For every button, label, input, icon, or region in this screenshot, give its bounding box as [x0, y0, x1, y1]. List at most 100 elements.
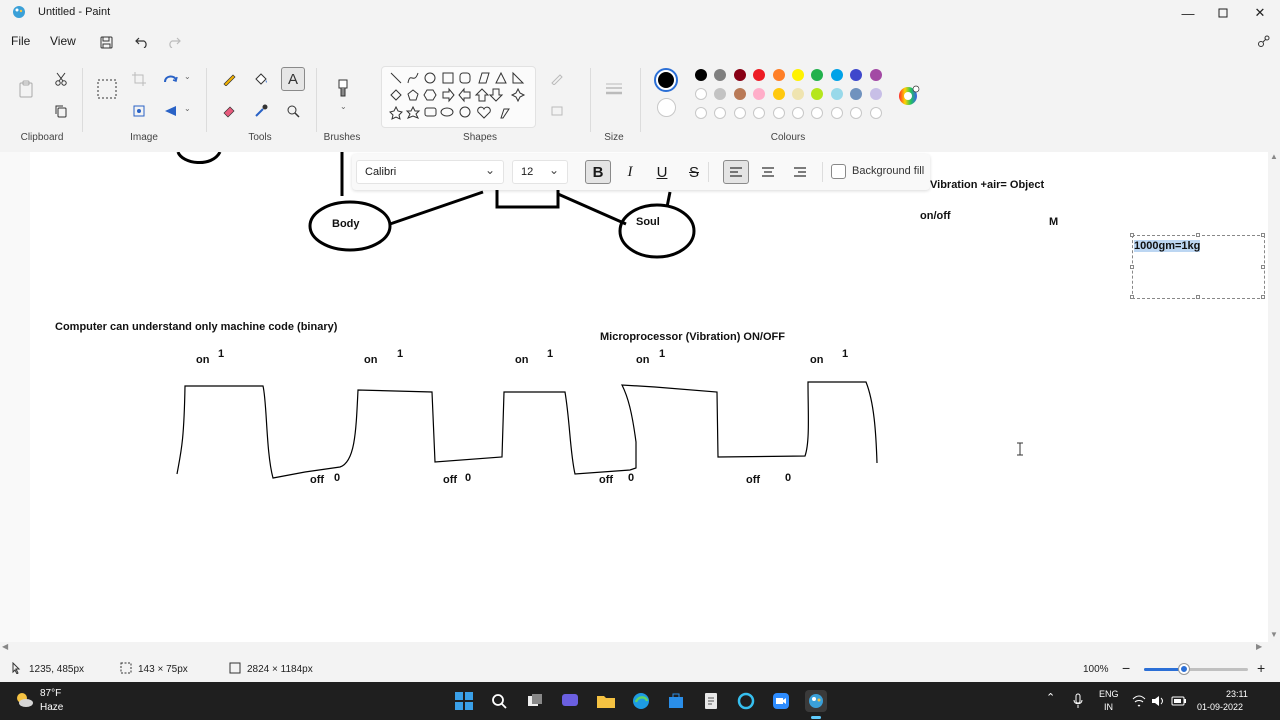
horizontal-scrollbar[interactable]: ◀ ▶ [0, 642, 1268, 654]
custom-color-slot[interactable] [830, 107, 843, 119]
minimize-button[interactable]: — [1170, 0, 1206, 26]
resize-handle[interactable] [1130, 265, 1134, 269]
size-icon[interactable] [604, 82, 624, 96]
custom-color-slot[interactable] [753, 107, 766, 119]
scroll-left-icon[interactable]: ◀ [2, 642, 8, 651]
search-icon[interactable] [488, 690, 510, 712]
fill-icon[interactable] [252, 70, 270, 88]
paste-icon[interactable] [17, 80, 35, 98]
italic-button[interactable]: I [617, 160, 643, 184]
cortana-icon[interactable] [735, 690, 757, 712]
resize-handle[interactable] [1196, 295, 1200, 299]
scroll-up-icon[interactable]: ▲ [1270, 152, 1278, 161]
menu-file[interactable]: File [11, 34, 30, 48]
color-swatch[interactable] [695, 69, 707, 81]
chevron-down-icon[interactable]: ⌄ [184, 72, 191, 81]
redo-icon[interactable] [163, 32, 185, 52]
background-fill-checkbox[interactable] [831, 164, 846, 179]
share-icon[interactable] [1253, 32, 1275, 52]
resize-handle[interactable] [1261, 233, 1265, 237]
chevron-up-icon[interactable]: ⌃ [1046, 691, 1055, 704]
crop-icon[interactable] [130, 70, 148, 88]
store-icon[interactable] [665, 690, 687, 712]
shape-fill-icon[interactable] [548, 102, 566, 120]
color-swatch[interactable] [869, 88, 882, 100]
resize-handle[interactable] [1261, 295, 1265, 299]
zoom-app-icon[interactable] [770, 690, 792, 712]
task-view-icon[interactable] [524, 690, 546, 712]
resize-handle[interactable] [1130, 233, 1134, 237]
custom-color-slot[interactable] [772, 107, 785, 119]
select-icon[interactable] [96, 78, 118, 100]
primary-color-button[interactable] [654, 68, 678, 92]
edge-icon[interactable] [630, 690, 652, 712]
edit-colors-icon[interactable] [898, 85, 920, 107]
color-swatch[interactable] [811, 88, 824, 100]
chevron-down-icon[interactable]: ⌄ [340, 102, 347, 111]
custom-color-slot[interactable] [869, 107, 882, 119]
secondary-color-button[interactable] [657, 98, 676, 117]
custom-color-slot[interactable] [792, 107, 804, 119]
volume-icon[interactable] [1151, 695, 1165, 707]
file-explorer-icon[interactable] [595, 690, 617, 712]
zoom-slider[interactable] [1144, 664, 1248, 674]
resize-handle[interactable] [1130, 295, 1134, 299]
color-swatch[interactable] [850, 69, 863, 81]
resize-handle[interactable] [1196, 233, 1200, 237]
cut-icon[interactable] [52, 70, 70, 88]
custom-color-slot[interactable] [811, 107, 824, 119]
text-tool-icon[interactable]: A [281, 67, 305, 91]
font-size-dropdown[interactable]: 12 ⌄ [512, 160, 568, 184]
color-swatch[interactable] [772, 69, 785, 81]
color-swatch[interactable] [733, 69, 746, 81]
undo-icon[interactable] [131, 32, 153, 52]
outline-icon[interactable] [548, 70, 566, 88]
color-swatch[interactable] [753, 88, 766, 100]
chevron-down-icon[interactable]: ⌄ [184, 104, 191, 113]
crop-resize-icon[interactable] [130, 102, 148, 120]
start-icon[interactable] [453, 690, 475, 712]
clock-date[interactable]: 01-09-2022 [1197, 702, 1243, 712]
zoom-in-button[interactable]: + [1257, 660, 1265, 676]
color-swatch[interactable] [830, 69, 843, 81]
color-swatch[interactable] [695, 88, 707, 100]
language-code[interactable]: ENG [1099, 689, 1119, 699]
color-swatch[interactable] [714, 69, 727, 81]
temperature[interactable]: 87°F [40, 688, 61, 699]
color-swatch[interactable] [733, 88, 746, 100]
strikethrough-button[interactable]: S [681, 160, 707, 184]
menu-view[interactable]: View [50, 34, 76, 48]
save-icon[interactable] [95, 32, 117, 52]
custom-color-slot[interactable] [695, 107, 707, 119]
color-swatch[interactable] [792, 69, 804, 81]
bold-button[interactable]: B [585, 160, 611, 184]
color-swatch[interactable] [792, 88, 804, 100]
language-region[interactable]: IN [1104, 702, 1113, 712]
rotate-icon[interactable] [162, 102, 180, 120]
clock-time[interactable]: 23:11 [1226, 689, 1248, 699]
scroll-down-icon[interactable]: ▼ [1270, 630, 1278, 639]
text-box-content[interactable]: 1000gm=1kg [1134, 240, 1201, 252]
close-button[interactable]: ✕ [1242, 0, 1278, 26]
brush-icon[interactable] [334, 78, 352, 100]
vertical-scrollbar[interactable]: ▲ ▼ [1268, 152, 1280, 642]
chat-icon[interactable] [559, 690, 581, 712]
color-swatch[interactable] [869, 69, 882, 81]
custom-color-slot[interactable] [733, 107, 746, 119]
notes-icon[interactable] [700, 690, 722, 712]
align-center-icon[interactable] [755, 160, 781, 184]
zoom-out-button[interactable]: − [1122, 660, 1130, 676]
color-swatch[interactable] [714, 88, 727, 100]
battery-icon[interactable] [1171, 695, 1187, 707]
paint-taskbar-icon[interactable] [805, 690, 827, 712]
color-swatch[interactable] [830, 88, 843, 100]
resize-icon[interactable] [162, 70, 180, 88]
copy-icon[interactable] [52, 102, 70, 120]
custom-color-slot[interactable] [714, 107, 727, 119]
magnifier-icon[interactable] [284, 102, 302, 120]
resize-handle[interactable] [1261, 265, 1265, 269]
scroll-right-icon[interactable]: ▶ [1256, 642, 1262, 651]
pencil-icon[interactable] [220, 70, 238, 88]
eraser-icon[interactable] [220, 102, 238, 120]
color-swatch[interactable] [850, 88, 863, 100]
